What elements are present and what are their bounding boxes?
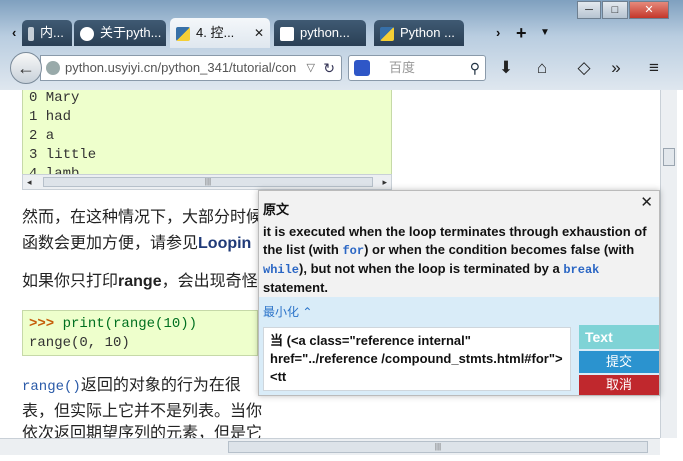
translation-popup: 原文 ✕ it is executed when the loop termin…	[258, 190, 660, 396]
scroll-left-icon[interactable]: ◂	[27, 175, 32, 189]
text-segment: statement.	[263, 280, 329, 295]
paragraph-line: 如果你只打印range，会出现奇怪	[22, 270, 258, 294]
search-placeholder: 百度	[389, 60, 416, 75]
chevron-up-icon: ⌃	[302, 305, 313, 319]
python-icon	[176, 26, 190, 41]
maximize-window-button[interactable]: □	[602, 1, 628, 19]
url-text: python.usyiyi.cn/python_341/tutorial/con	[65, 60, 297, 75]
paragraph-line: range()返回的对象的行为在很	[22, 374, 241, 399]
scrollbar-thumb[interactable]: |||	[228, 441, 648, 453]
tab-label: 关于pyth...	[100, 25, 162, 40]
python-icon	[380, 26, 394, 41]
page-horizontal-scrollbar[interactable]: |||	[0, 438, 660, 455]
paw-icon	[280, 26, 294, 41]
page-vertical-scrollbar[interactable]	[660, 90, 677, 438]
text-segment: ), but not when the loop is terminated b…	[299, 261, 564, 276]
scroll-right-icon[interactable]: ▸	[382, 175, 387, 189]
range-code-link[interactable]: range()	[22, 379, 81, 395]
close-icon[interactable]: ✕	[640, 193, 653, 211]
tab-label: Python ...	[400, 25, 455, 40]
tab-scroll-right[interactable]: ›	[490, 20, 508, 46]
tab-label: python...	[300, 25, 350, 40]
search-input[interactable]: 百度 ⚲	[348, 55, 486, 81]
code-output: range(0, 10)	[29, 335, 130, 351]
minimize-label: 最小化	[263, 305, 300, 319]
tab-label: 内...	[40, 25, 64, 40]
tab-bar: ‹ 内... 关于pyth... 4. 控... ✕ python... Pyt…	[0, 18, 683, 48]
refresh-icon[interactable]: ↻	[323, 56, 335, 80]
arrow-left-icon: ←	[17, 58, 35, 78]
submit-button[interactable]: 提交	[579, 351, 659, 373]
code-example: >>> print(range(10)) range(0, 10)	[22, 310, 258, 356]
navigation-bar: python.usyiyi.cn/python_341/tutorial/con…	[0, 48, 683, 90]
code-line: 1 had	[29, 109, 72, 125]
feedback-icon[interactable]: ◇	[572, 56, 596, 80]
tab-label: 4. 控...	[196, 25, 235, 40]
page-icon	[28, 26, 34, 41]
search-icon[interactable]: ⚲	[470, 56, 480, 80]
paragraph-line: 然而，在这种情况下，大部分时候	[22, 209, 263, 226]
original-text-panel: 原文 ✕ it is executed when the loop termin…	[259, 191, 659, 297]
code-command: print(range(10))	[62, 316, 198, 332]
close-tab-icon[interactable]: ✕	[254, 18, 264, 48]
minimize-window-button[interactable]: ─	[577, 1, 601, 19]
python-prompt: >>>	[29, 316, 55, 332]
range-keyword: range	[118, 273, 162, 290]
overflow-chevron-icon[interactable]: »	[604, 56, 628, 80]
chevron-down-icon[interactable]: ▽	[307, 56, 315, 80]
back-button[interactable]: ←	[10, 52, 42, 84]
cloud-icon	[80, 26, 94, 41]
keyword-for: for	[342, 244, 365, 258]
looping-link[interactable]: Loopin	[198, 235, 251, 252]
code-line: >>> print(range(10))	[29, 315, 251, 334]
home-icon[interactable]: ⌂	[530, 56, 554, 80]
text-segment: ) or when the condition becomes false (w…	[364, 242, 635, 257]
keyword-break: break	[563, 263, 600, 277]
url-bar[interactable]: python.usyiyi.cn/python_341/tutorial/con…	[40, 55, 342, 81]
globe-icon	[46, 61, 60, 75]
paragraph-text: 如果你只打印	[22, 273, 119, 290]
cancel-button[interactable]: 取消	[579, 375, 659, 395]
tab-3-active[interactable]: 4. 控... ✕	[170, 18, 270, 48]
paragraph-text: 返回的对象的行为在很	[80, 377, 241, 394]
tab-2[interactable]: 关于pyth...	[74, 20, 166, 46]
paragraph-text: 函数会更加方便，请参见	[22, 235, 199, 252]
menu-icon[interactable]: ≡	[642, 56, 666, 80]
original-header: 原文	[263, 202, 290, 217]
minimize-link[interactable]: 最小化 ⌃	[263, 303, 312, 320]
scrollbar-thumb[interactable]	[663, 148, 675, 166]
search-engine-icon[interactable]	[354, 60, 370, 76]
code-line: 0 Mary	[29, 90, 80, 106]
translation-textarea[interactable]: 当 (<a class="reference internal" href=".…	[263, 327, 571, 391]
paragraph-line: 表，但实际上它并不是列表。当你	[22, 403, 263, 420]
paragraph-text: ，会出现奇怪	[161, 273, 258, 290]
original-text: it is executed when the loop terminates …	[263, 223, 655, 297]
code-horizontal-scrollbar[interactable]: ◂ ||| ▸	[22, 174, 392, 190]
text-tab[interactable]: Text	[579, 325, 659, 349]
paragraph-line: 函数会更加方便，请参见Loopin	[22, 232, 251, 256]
code-line: 3 little	[29, 147, 97, 163]
browser-chrome: ─ □ ✕ ‹ 内... 关于pyth... 4. 控... ✕ python.…	[0, 0, 683, 90]
download-icon[interactable]: ⬇	[494, 56, 518, 80]
close-window-button[interactable]: ✕	[629, 1, 669, 19]
scrollbar-thumb[interactable]: |||	[43, 177, 373, 187]
code-line: 2 a	[29, 128, 55, 144]
tab-5[interactable]: Python ...	[374, 20, 464, 46]
tab-4[interactable]: python...	[274, 20, 366, 46]
paragraph-line: 依次返回期望序列的元素，但是它	[22, 425, 263, 438]
tab-list-chevron-down-icon[interactable]: ▼	[534, 20, 550, 46]
new-tab-button[interactable]: +	[510, 20, 530, 46]
keyword-while: while	[263, 263, 300, 277]
tab-1[interactable]: 内...	[22, 20, 72, 46]
